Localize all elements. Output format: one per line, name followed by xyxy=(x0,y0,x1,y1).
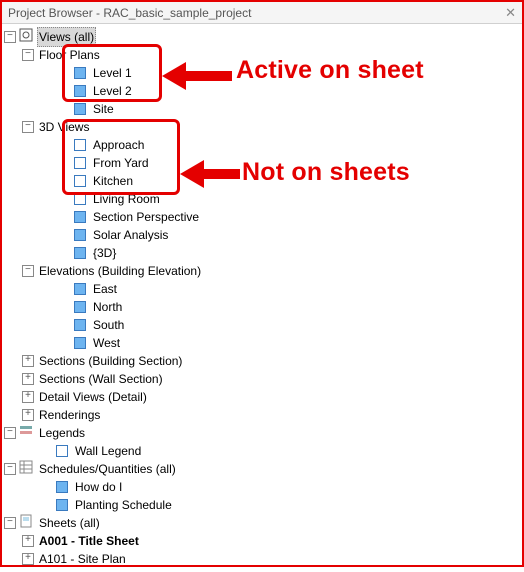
tree-label[interactable]: Level 2 xyxy=(91,82,134,100)
3dview-item[interactable]: Kitchen xyxy=(4,172,522,190)
tree-label[interactable]: Floor Plans xyxy=(37,46,102,64)
cat-collapsed[interactable]: +Sections (Wall Section) xyxy=(4,370,522,388)
elevation-item[interactable]: East xyxy=(4,280,522,298)
views-icon xyxy=(19,28,37,47)
root-legends[interactable]: − Legends xyxy=(4,424,522,442)
tree-label[interactable]: A101 - Site Plan xyxy=(37,550,128,568)
3dview-item[interactable]: From Yard xyxy=(4,154,522,172)
legend-item[interactable]: Wall Legend xyxy=(4,442,522,460)
expander-icon[interactable]: − xyxy=(4,517,16,529)
view-square-icon xyxy=(73,318,87,332)
tree-label[interactable]: Kitchen xyxy=(91,172,135,190)
sheet-item[interactable]: +A101 - Site Plan xyxy=(4,550,522,568)
tree-label[interactable]: Site xyxy=(91,100,116,118)
tree-label[interactable]: Sections (Building Section) xyxy=(37,352,184,370)
elevation-item[interactable]: West xyxy=(4,334,522,352)
expander-icon[interactable]: − xyxy=(22,49,34,61)
tree-label[interactable]: Level 1 xyxy=(91,64,134,82)
expander-icon[interactable]: + xyxy=(22,355,34,367)
view-square-icon xyxy=(73,174,87,188)
tree-label[interactable]: {3D} xyxy=(91,244,118,262)
view-square-icon xyxy=(55,444,69,458)
schedule-item[interactable]: How do I xyxy=(4,478,522,496)
tree-label[interactable]: From Yard xyxy=(91,154,151,172)
view-square-icon xyxy=(73,282,87,296)
tree-label[interactable]: Approach xyxy=(91,136,146,154)
expander-icon[interactable]: + xyxy=(22,535,34,547)
expander-icon[interactable]: − xyxy=(4,463,16,475)
titlebar: Project Browser - RAC_basic_sample_proje… xyxy=(2,2,522,24)
view-square-icon xyxy=(73,84,87,98)
view-square-icon xyxy=(73,300,87,314)
tree-label[interactable]: North xyxy=(91,298,124,316)
tree-label[interactable]: East xyxy=(91,280,119,298)
view-square-icon xyxy=(73,66,87,80)
tree-label[interactable]: South xyxy=(91,316,126,334)
cat-3d-views[interactable]: −3D Views xyxy=(4,118,522,136)
expander-icon[interactable]: + xyxy=(22,373,34,385)
tree-label[interactable]: Detail Views (Detail) xyxy=(37,388,149,406)
expander-icon[interactable]: − xyxy=(22,121,34,133)
tree-label[interactable]: West xyxy=(91,334,122,352)
view-square-icon xyxy=(73,336,87,350)
view-square-icon xyxy=(73,228,87,242)
3dview-item[interactable]: Solar Analysis xyxy=(4,226,522,244)
elevation-item[interactable]: South xyxy=(4,316,522,334)
cat-elevations[interactable]: −Elevations (Building Elevation) xyxy=(4,262,522,280)
expander-icon[interactable]: − xyxy=(22,265,34,277)
tree-label[interactable]: Views (all) xyxy=(37,27,96,47)
expander-icon[interactable]: + xyxy=(22,409,34,421)
cat-collapsed[interactable]: +Renderings xyxy=(4,406,522,424)
view-square-icon xyxy=(73,102,87,116)
view-square-icon xyxy=(73,138,87,152)
sched-icon xyxy=(19,460,37,479)
floorplan-item[interactable]: Level 1 xyxy=(4,64,522,82)
3dview-item[interactable]: Approach xyxy=(4,136,522,154)
root-sheets[interactable]: − Sheets (all) xyxy=(4,514,522,532)
expander-icon[interactable]: − xyxy=(4,31,16,43)
3dview-item[interactable]: Living Room xyxy=(4,190,522,208)
tree-label[interactable]: Wall Legend xyxy=(73,442,143,460)
tree-label[interactable]: Renderings xyxy=(37,406,102,424)
3dview-item[interactable]: Section Perspective xyxy=(4,208,522,226)
view-square-icon xyxy=(55,498,69,512)
view-square-icon xyxy=(55,480,69,494)
tree-label[interactable]: Section Perspective xyxy=(91,208,201,226)
floorplan-item[interactable]: Site xyxy=(4,100,522,118)
window-title: Project Browser - RAC_basic_sample_proje… xyxy=(8,6,251,20)
project-browser-tree[interactable]: −Views (all)−Floor PlansLevel 1Level 2Si… xyxy=(2,24,522,572)
tree-label[interactable]: How do I xyxy=(73,478,124,496)
elevation-item[interactable]: North xyxy=(4,298,522,316)
tree-label[interactable]: Living Room xyxy=(91,190,162,208)
tree-label[interactable]: Schedules/Quantities (all) xyxy=(37,460,178,478)
schedule-item[interactable]: Planting Schedule xyxy=(4,496,522,514)
tree-label[interactable]: 3D Views xyxy=(37,118,91,136)
tree-label[interactable]: Sections (Wall Section) xyxy=(37,370,165,388)
tree-label[interactable]: Planting Schedule xyxy=(73,496,174,514)
close-icon[interactable]: ✕ xyxy=(505,5,516,21)
tree-label[interactable]: Solar Analysis xyxy=(91,226,170,244)
expander-icon[interactable]: + xyxy=(22,553,34,565)
cat-collapsed[interactable]: +Detail Views (Detail) xyxy=(4,388,522,406)
view-square-icon xyxy=(73,192,87,206)
tree-label[interactable]: Legends xyxy=(37,424,87,442)
root-schedules[interactable]: − Schedules/Quantities (all) xyxy=(4,460,522,478)
floorplan-item[interactable]: Level 2 xyxy=(4,82,522,100)
view-square-icon xyxy=(73,210,87,224)
expander-icon[interactable]: − xyxy=(4,427,16,439)
tree-label[interactable]: Sheets (all) xyxy=(37,514,102,532)
tree-label[interactable]: Elevations (Building Elevation) xyxy=(37,262,203,280)
root-views[interactable]: − Views (all) xyxy=(4,28,522,46)
expander-icon[interactable]: + xyxy=(22,391,34,403)
view-square-icon xyxy=(73,156,87,170)
sheet-item[interactable]: +A001 - Title Sheet xyxy=(4,532,522,550)
tree-label[interactable]: A001 - Title Sheet xyxy=(37,532,141,550)
legend-icon xyxy=(19,424,37,443)
sheet-icon xyxy=(19,514,37,533)
view-square-icon xyxy=(73,246,87,260)
cat-floor-plans[interactable]: −Floor Plans xyxy=(4,46,522,64)
3dview-item[interactable]: {3D} xyxy=(4,244,522,262)
cat-collapsed[interactable]: +Sections (Building Section) xyxy=(4,352,522,370)
